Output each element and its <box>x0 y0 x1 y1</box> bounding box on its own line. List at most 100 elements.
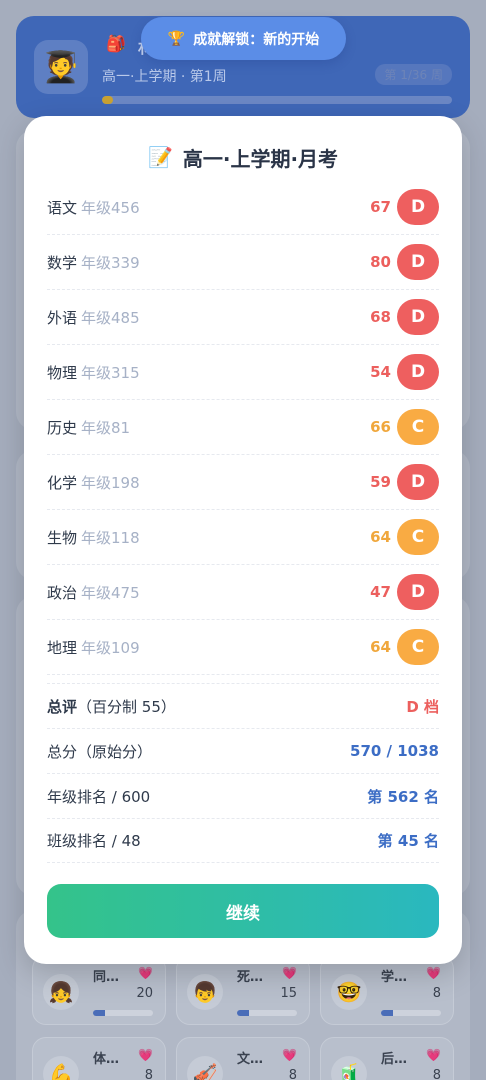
character-name: 体… <box>93 1052 120 1067</box>
heart-icon: 💗 <box>426 966 441 980</box>
grade-badge: D <box>397 244 439 280</box>
subject-score: 80 <box>370 253 391 271</box>
subject-info: 生物 年级118 <box>47 527 140 548</box>
relation-card[interactable]: 👦 死… 💗 15 <box>176 955 310 1025</box>
relation-card[interactable]: 🎻 文… 💗 8 <box>176 1037 310 1080</box>
subject-result: 68 D <box>370 299 439 335</box>
subject-rank: 年级109 <box>81 638 140 657</box>
grade-badge: C <box>397 629 439 665</box>
heart-icon: 💗 <box>138 966 153 980</box>
affinity-bar-fill <box>381 1010 393 1016</box>
subject-list: 语文 年级456 67 D 数学 年级339 80 D 外语 年级485 68 … <box>47 180 439 675</box>
subject-score: 68 <box>370 308 391 326</box>
character-avatar: 👧 <box>43 974 79 1010</box>
subject-name: 数学 <box>47 253 78 272</box>
character-name: 文… <box>237 1052 264 1067</box>
grade-rank-row: 年级排名 / 600 第 562 名 <box>47 773 439 818</box>
continue-button[interactable]: 继续 <box>47 884 439 938</box>
heart-icon: 💗 <box>426 1048 441 1062</box>
affinity-bar-fill <box>93 1010 105 1016</box>
exam-title: 高一·上学期·月考 <box>182 146 339 171</box>
grade-badge: C <box>397 409 439 445</box>
affinity-bar <box>381 1010 441 1016</box>
subject-row: 语文 年级456 67 D <box>47 180 439 235</box>
relation-cards: 👧 同… 💗 20 👦 死… 💗 15 🤓 学… 💗 8 💪 体… 💗 8 🎻 … <box>32 955 456 1080</box>
grade-badge: D <box>397 574 439 610</box>
heart-icon: 💗 <box>282 1048 297 1062</box>
subject-result: 80 D <box>370 244 439 280</box>
subject-score: 47 <box>370 583 391 601</box>
grade-badge: D <box>397 299 439 335</box>
relation-card[interactable]: 🤓 学… 💗 8 <box>320 955 454 1025</box>
total-score-label: 总分（原始分） <box>47 742 153 761</box>
character-name: 学… <box>381 970 408 985</box>
overall-label: 总评（百分制 55） <box>47 697 176 716</box>
grade-rank-label: 年级排名 / 600 <box>47 787 151 806</box>
summary-list: 总评（百分制 55） D 档 总分（原始分） 570 / 1038 年级排名 /… <box>47 683 439 863</box>
backpack-icon: 🎒 <box>106 34 126 53</box>
subject-result: 64 C <box>370 629 439 665</box>
subject-info: 物理 年级315 <box>47 362 140 383</box>
subject-info: 政治 年级475 <box>47 582 140 603</box>
subject-result: 54 D <box>370 354 439 390</box>
exam-result-modal: 📝 高一·上学期·月考 语文 年级456 67 D 数学 年级339 80 D … <box>24 116 462 964</box>
subject-result: 67 D <box>370 189 439 225</box>
memo-icon: 📝 <box>147 145 173 169</box>
character-name: 死… <box>237 970 264 985</box>
subject-row: 政治 年级475 47 D <box>47 565 439 620</box>
total-score-value: 570 / 1038 <box>350 742 439 760</box>
affinity-value: 15 <box>280 986 297 1001</box>
subject-info: 外语 年级485 <box>47 307 140 328</box>
subject-row: 地理 年级109 64 C <box>47 620 439 675</box>
affinity-value: 20 <box>136 986 153 1001</box>
subject-score: 54 <box>370 363 391 381</box>
subject-info: 数学 年级339 <box>47 252 140 273</box>
subject-row: 外语 年级485 68 D <box>47 290 439 345</box>
subject-name: 生物 <box>47 528 78 547</box>
affinity-value: 8 <box>432 986 441 1001</box>
subject-score: 59 <box>370 473 391 491</box>
subject-rank: 年级339 <box>81 253 140 272</box>
semester-progress-bar <box>102 96 452 104</box>
subject-row: 生物 年级118 64 C <box>47 510 439 565</box>
class-rank-value: 第 45 名 <box>377 832 439 850</box>
subject-name: 物理 <box>47 363 78 382</box>
affinity-value: 8 <box>432 1068 441 1080</box>
subject-name: 语文 <box>47 198 78 217</box>
subject-name: 外语 <box>47 308 78 327</box>
grade-rank-value: 第 562 名 <box>367 787 439 806</box>
grade-badge: D <box>397 354 439 390</box>
subject-result: 59 D <box>370 464 439 500</box>
semester-progress-fill <box>102 96 113 104</box>
character-name: 后… <box>381 1052 408 1067</box>
subject-rank: 年级81 <box>81 418 131 437</box>
relation-card[interactable]: 👧 同… 💗 20 <box>32 955 166 1025</box>
subject-rank: 年级485 <box>81 308 140 327</box>
subject-score: 64 <box>370 528 391 546</box>
trophy-icon: 🏆 <box>167 30 186 47</box>
relation-card[interactable]: 💪 体… 💗 8 <box>32 1037 166 1080</box>
subject-info: 化学 年级198 <box>47 472 140 493</box>
affinity-value: 8 <box>288 1068 297 1080</box>
class-rank-label: 班级排名 / 48 <box>47 832 141 850</box>
subject-score: 64 <box>370 638 391 656</box>
character-avatar: 🤓 <box>331 974 367 1010</box>
subject-score: 67 <box>370 198 391 216</box>
relation-card[interactable]: 🧃 后… 💗 8 <box>320 1037 454 1080</box>
heart-icon: 💗 <box>138 1048 153 1062</box>
overall-row: 总评（百分制 55） D 档 <box>47 683 439 728</box>
subject-name: 化学 <box>47 473 78 492</box>
subject-row: 数学 年级339 80 D <box>47 235 439 290</box>
avatar: 🧑‍🎓 <box>34 40 88 94</box>
subject-result: 64 C <box>370 519 439 555</box>
subject-info: 历史 年级81 <box>47 417 130 438</box>
subject-result: 66 C <box>370 409 439 445</box>
subject-rank: 年级475 <box>81 583 140 602</box>
subject-result: 47 D <box>370 574 439 610</box>
student-icon: 🧑‍🎓 <box>42 49 80 85</box>
subject-rank: 年级118 <box>81 528 140 547</box>
class-rank-row: 班级排名 / 48 第 45 名 <box>47 818 439 863</box>
character-avatar: 💪 <box>43 1056 79 1080</box>
subject-info: 语文 年级456 <box>47 197 140 218</box>
subject-rank: 年级456 <box>81 198 140 217</box>
